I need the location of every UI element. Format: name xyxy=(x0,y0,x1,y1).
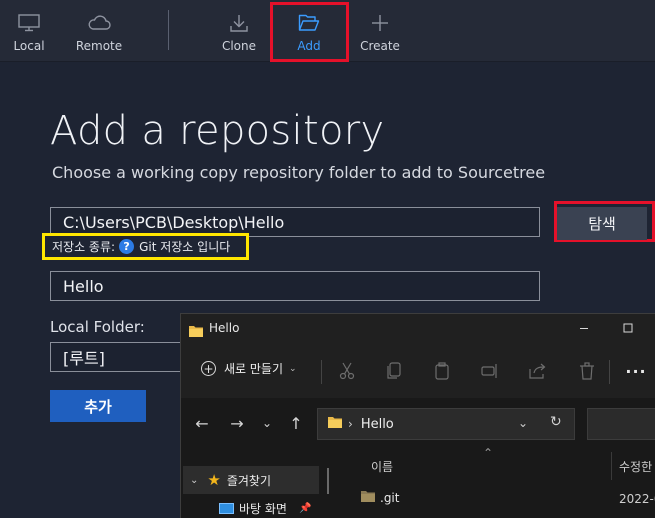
new-item-button[interactable]: + 새로 만들기 ⌄ xyxy=(201,360,297,377)
explorer-title: Hello xyxy=(209,321,240,335)
tab-clone-label: Clone xyxy=(221,39,257,53)
search-box[interactable] xyxy=(587,408,655,440)
minimize-icon[interactable] xyxy=(577,320,591,334)
explorer-title-bar: Hello xyxy=(181,314,655,344)
expand-chevron-icon: ⌄ xyxy=(190,474,199,486)
paste-icon[interactable] xyxy=(431,360,453,382)
sidebar-item-desktop[interactable]: 바탕 화면 📌 xyxy=(219,500,311,517)
tab-local-label: Local xyxy=(13,39,45,53)
recent-locations-icon[interactable]: ⌄ xyxy=(256,412,278,434)
share-icon[interactable] xyxy=(527,360,549,382)
folder-icon xyxy=(189,322,203,341)
pin-icon: 📌 xyxy=(298,503,312,514)
cloud-icon xyxy=(87,12,111,34)
tab-local[interactable]: Local xyxy=(6,0,52,62)
tab-clone[interactable]: Clone xyxy=(218,0,260,62)
sidebar-scrollbar[interactable] xyxy=(327,468,329,494)
tab-create-label: Create xyxy=(360,39,400,53)
rename-icon[interactable] xyxy=(479,360,501,382)
maximize-icon[interactable] xyxy=(621,320,635,334)
repo-type-label: 저장소 종류: xyxy=(52,240,116,254)
add-button[interactable]: 추가 xyxy=(50,390,146,422)
refresh-icon[interactable]: ↻ xyxy=(550,414,562,430)
local-folder-label: Local Folder: xyxy=(50,318,145,336)
more-options-icon[interactable]: ··· xyxy=(625,360,647,382)
file-name-label: .git xyxy=(380,490,400,505)
page-subtitle: Choose a working copy repository folder … xyxy=(52,163,546,182)
new-item-label: 새로 만들기 xyxy=(224,362,284,376)
desktop-icon xyxy=(219,503,234,514)
column-header-modified[interactable]: 수정한 xyxy=(619,458,652,475)
tab-remote[interactable]: Remote xyxy=(74,0,124,62)
repo-type-value: Git 저장소 입니다 xyxy=(139,240,231,254)
repository-name-input[interactable]: Hello xyxy=(50,271,540,301)
delete-icon[interactable] xyxy=(576,360,598,382)
desktop-label: 바탕 화면 xyxy=(239,502,287,516)
add-circle-icon: + xyxy=(201,361,216,376)
up-arrow-icon[interactable]: ↑ xyxy=(285,412,307,434)
browse-button[interactable]: 탐색 xyxy=(557,207,647,240)
tab-create[interactable]: Create xyxy=(356,0,404,62)
help-icon[interactable]: ? xyxy=(119,239,135,254)
explorer-sidebar: ⌄ ★ 즐겨찾기 바탕 화면 📌 xyxy=(181,450,331,518)
copy-icon[interactable] xyxy=(383,360,405,382)
explorer-content: ⌄ ★ 즐겨찾기 바탕 화면 📌 이름 ⌃ 수정한 .git 2022-0 xyxy=(181,446,655,518)
repo-type-status: 저장소 종류: ? Git 저장소 입니다 xyxy=(42,233,249,260)
explorer-navigation-bar: ← → ⌄ ↑ › Hello ⌄ ↻ xyxy=(181,398,655,450)
file-row-name[interactable]: .git xyxy=(361,490,399,505)
folder-icon xyxy=(361,490,375,505)
quick-access-label: 즐겨찾기 xyxy=(226,473,272,488)
sidebar-item-quick-access[interactable]: ⌄ ★ 즐겨찾기 xyxy=(183,466,319,494)
add-tab-highlight xyxy=(270,2,349,62)
column-divider[interactable] xyxy=(611,452,612,480)
download-icon xyxy=(229,12,249,34)
breadcrumb-separator-icon: › xyxy=(348,417,353,431)
back-arrow-icon[interactable]: ← xyxy=(191,412,213,434)
address-bar[interactable]: › Hello ⌄ ↻ xyxy=(317,408,575,440)
column-header-name[interactable]: 이름 xyxy=(371,458,393,475)
cut-icon[interactable] xyxy=(336,360,358,382)
star-icon: ★ xyxy=(207,471,221,489)
toolbar-divider xyxy=(168,10,169,50)
page-title: Add a repository xyxy=(50,108,385,154)
monitor-icon xyxy=(18,12,40,34)
explorer-command-bar: + 새로 만들기 ⌄ ··· xyxy=(181,352,655,392)
address-folder-name: Hello xyxy=(360,416,394,432)
sort-ascending-icon: ⌃ xyxy=(483,446,494,460)
tab-remote-label: Remote xyxy=(75,39,123,53)
address-dropdown-icon[interactable]: ⌄ xyxy=(518,416,528,430)
file-explorer-window: Hello + 새로 만들기 ⌄ ··· ← → ⌄ ↑ › Hello ⌄ ↻… xyxy=(180,313,655,518)
command-divider xyxy=(321,360,322,384)
plus-icon xyxy=(371,12,389,34)
chevron-down-icon: ⌄ xyxy=(289,363,297,374)
folder-icon xyxy=(328,416,342,432)
file-row-date: 2022-0 xyxy=(619,492,655,506)
command-divider xyxy=(609,360,610,384)
forward-arrow-icon[interactable]: → xyxy=(226,412,248,434)
